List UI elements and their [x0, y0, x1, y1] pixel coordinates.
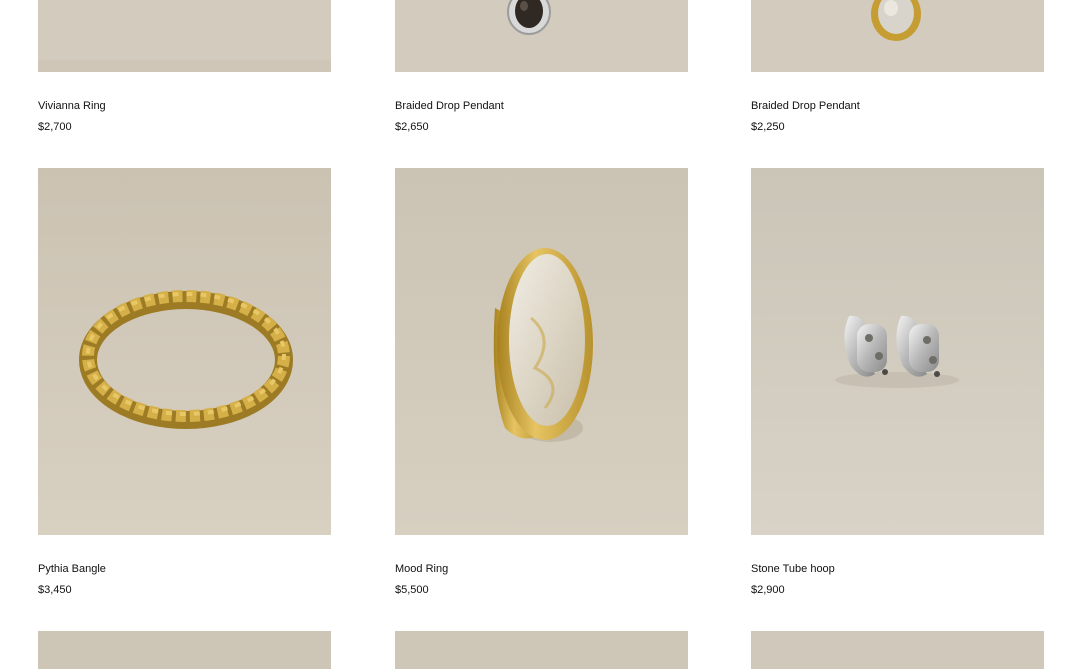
product-image[interactable] — [395, 0, 688, 72]
product-grid-page: Vivianna Ring $2,700 Braided Drop Pendan… — [0, 0, 1080, 669]
product-photo-backdrop — [751, 631, 1044, 669]
product-name[interactable]: Mood Ring — [395, 562, 448, 576]
product-image[interactable] — [751, 0, 1044, 72]
product-price: $3,450 — [38, 584, 72, 596]
product-photo-backdrop — [395, 631, 688, 669]
product-price: $5,500 — [395, 584, 429, 596]
product-photo-backdrop — [38, 0, 331, 72]
bangle-photo — [38, 168, 331, 535]
product-image[interactable] — [38, 168, 331, 535]
product-price: $2,700 — [38, 121, 72, 133]
pendant-photo — [395, 0, 688, 72]
product-image[interactable] — [38, 0, 331, 72]
product-image[interactable] — [38, 631, 331, 669]
product-name[interactable]: Stone Tube hoop — [751, 562, 835, 576]
product-image[interactable] — [751, 168, 1044, 535]
product-price: $2,250 — [751, 121, 785, 133]
pendant-photo — [751, 0, 1044, 72]
product-name[interactable]: Braided Drop Pendant — [395, 99, 504, 113]
product-price: $2,650 — [395, 121, 429, 133]
product-photo-backdrop — [38, 631, 331, 669]
product-price: $2,900 — [751, 584, 785, 596]
hoop-earrings-photo — [751, 168, 1044, 535]
mood-ring-photo — [395, 168, 688, 535]
product-name[interactable]: Vivianna Ring — [38, 99, 106, 113]
product-name[interactable]: Pythia Bangle — [38, 562, 106, 576]
product-image[interactable] — [395, 631, 688, 669]
product-image[interactable] — [395, 168, 688, 535]
product-name[interactable]: Braided Drop Pendant — [751, 99, 860, 113]
product-image[interactable] — [751, 631, 1044, 669]
